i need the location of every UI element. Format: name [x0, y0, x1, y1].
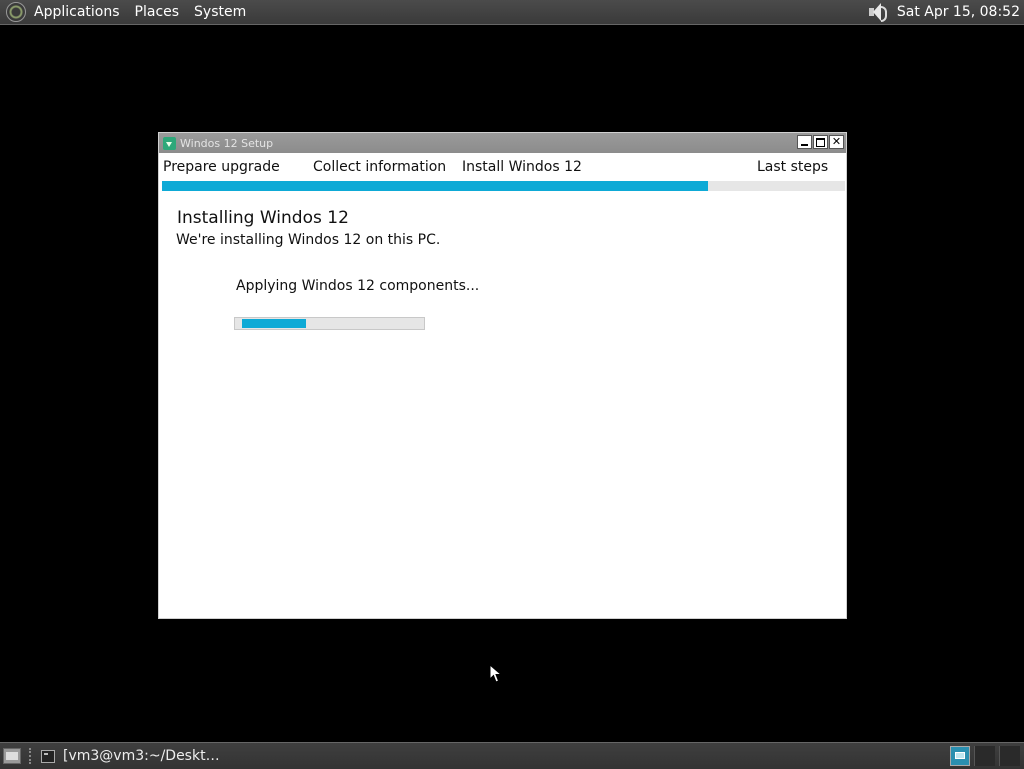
workspace-2-button[interactable] — [974, 746, 995, 766]
component-progress-bar — [234, 317, 425, 330]
window-title: Windos 12 Setup — [180, 136, 274, 150]
os-logo-icon[interactable] — [6, 2, 26, 22]
taskbar-item-terminal[interactable]: [vm3@vm3:~/Deskt… — [41, 745, 226, 767]
setup-window: Windos 12 Setup ✕ Prepare upgrade Collec… — [158, 132, 847, 619]
step-prepare-upgrade: Prepare upgrade — [163, 159, 280, 175]
mouse-cursor-icon — [489, 664, 503, 683]
overall-progress-bar — [162, 181, 845, 191]
workspace-3-button[interactable] — [999, 746, 1020, 766]
setup-steps: Prepare upgrade Collect information Inst… — [159, 153, 846, 181]
clock[interactable]: Sat Apr 15, 08:52 — [897, 4, 1020, 20]
menu-applications[interactable]: Applications — [34, 4, 120, 20]
step-collect-information: Collect information — [313, 159, 447, 175]
workspace-1-button[interactable] — [950, 746, 970, 766]
step-install: Install Windos 12 — [462, 159, 582, 175]
menu-places[interactable]: Places — [135, 4, 180, 20]
panel-grip — [29, 748, 35, 764]
window-titlebar[interactable]: Windos 12 Setup ✕ — [159, 133, 846, 153]
terminal-icon — [41, 749, 55, 763]
component-status-text: Applying Windos 12 components... — [236, 278, 480, 294]
panel-tray: Sat Apr 15, 08:52 — [867, 2, 1024, 22]
step-last-steps: Last steps — [757, 159, 829, 175]
menu-system[interactable]: System — [194, 4, 246, 20]
overall-progress-fill — [162, 181, 709, 191]
top-panel: Applications Places System Sat Apr 15, 0… — [0, 0, 1024, 25]
bottom-panel: [vm3@vm3:~/Deskt… — [0, 742, 1024, 769]
taskbar-item-label: [vm3@vm3:~/Deskt… — [63, 748, 220, 764]
maximize-button[interactable] — [813, 135, 828, 149]
close-button[interactable]: ✕ — [829, 135, 844, 149]
speaker-icon[interactable] — [867, 2, 887, 22]
show-desktop-icon[interactable] — [3, 748, 21, 764]
minimize-button[interactable] — [797, 135, 812, 149]
setup-app-icon — [163, 136, 176, 150]
install-subheading: We're installing Windos 12 on this PC. — [176, 232, 441, 248]
component-progress-fill — [242, 319, 306, 328]
workspace-switcher — [950, 746, 1024, 766]
install-heading: Installing Windos 12 — [177, 208, 349, 228]
window-controls: ✕ — [797, 135, 844, 149]
